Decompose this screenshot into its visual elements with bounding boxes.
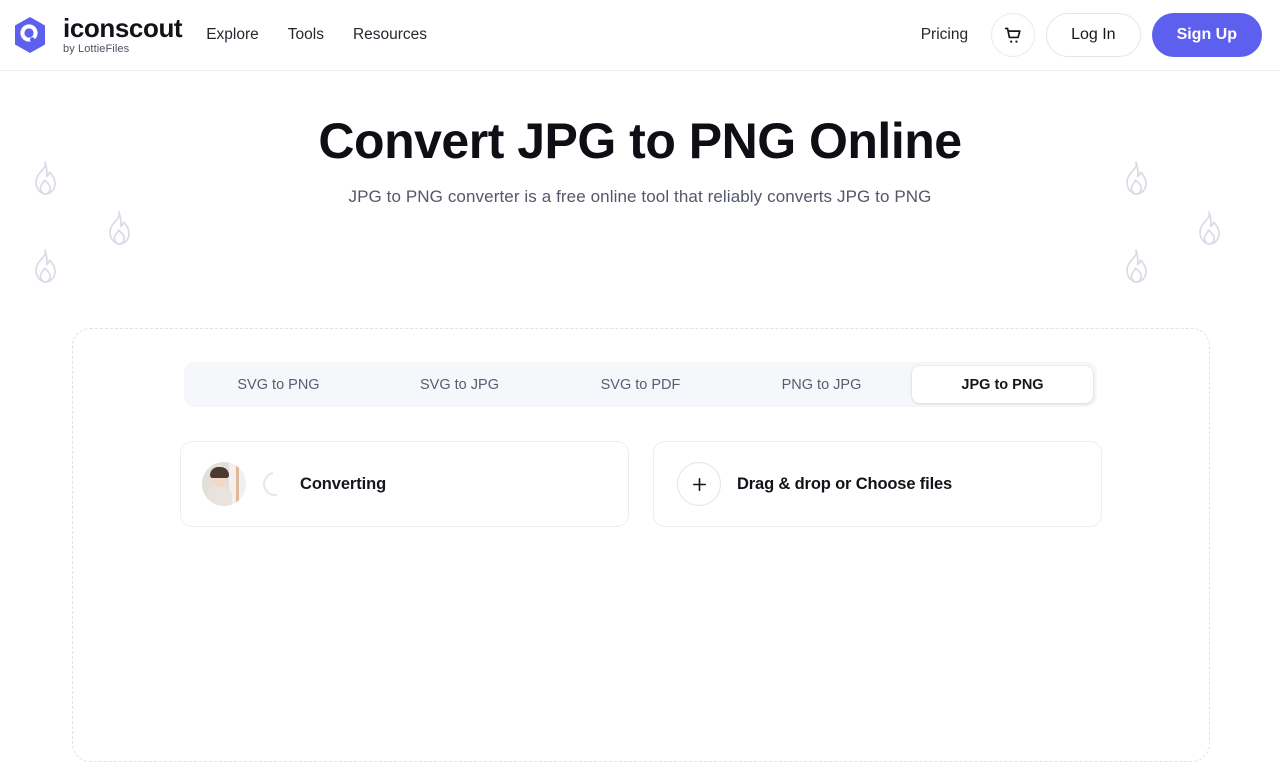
tab-svg-to-png[interactable]: SVG to PNG	[188, 366, 369, 403]
tab-svg-to-pdf[interactable]: SVG to PDF	[550, 366, 731, 403]
flame-icon-decor-3	[30, 247, 60, 285]
file-item-card: Converting	[180, 441, 629, 527]
tab-svg-to-jpg[interactable]: SVG to JPG	[369, 366, 550, 403]
login-button[interactable]: Log In	[1046, 13, 1141, 57]
header-actions: Pricing Log In Sign Up	[921, 13, 1262, 57]
tab-png-to-jpg[interactable]: PNG to JPG	[731, 366, 912, 403]
hero-section: Convert JPG to PNG Online JPG to PNG con…	[0, 71, 1280, 207]
image-thumbnail-portrait	[202, 462, 246, 506]
nav-item-tools[interactable]: Tools	[288, 26, 324, 44]
dropzone[interactable]: Drag & drop or Choose files	[653, 441, 1102, 527]
tab-jpg-to-png[interactable]: JPG to PNG	[912, 366, 1093, 403]
converter-panel: SVG to PNG SVG to JPG SVG to PDF PNG to …	[72, 328, 1210, 762]
converter-content-row: Converting Drag & drop or Choose files	[180, 441, 1103, 527]
flame-icon-decor-6	[1121, 247, 1151, 285]
primary-nav: Explore Tools Resources	[206, 26, 427, 44]
brand-name: iconscout	[63, 13, 183, 43]
converter-tab-bar: SVG to PNG SVG to JPG SVG to PDF PNG to …	[184, 362, 1097, 407]
signup-button[interactable]: Sign Up	[1151, 13, 1262, 57]
cart-button[interactable]	[991, 13, 1036, 57]
iconscout-hexagon-logo-icon	[15, 17, 45, 53]
page-subtitle: JPG to PNG converter is a free online to…	[348, 187, 932, 206]
page-body: Convert JPG to PNG Online JPG to PNG con…	[0, 71, 1280, 782]
nav-item-explore[interactable]: Explore	[206, 26, 259, 44]
plus-icon	[677, 462, 721, 506]
shopping-cart-icon	[1004, 27, 1021, 43]
brand-tagline: by LottieFiles	[63, 43, 130, 55]
nav-item-pricing[interactable]: Pricing	[921, 26, 968, 44]
flame-icon-decor-2	[104, 209, 134, 247]
page-title: Convert JPG to PNG Online	[318, 113, 962, 169]
conversion-status-label: Converting	[300, 474, 387, 493]
dropzone-label: Drag & drop or Choose files	[737, 474, 953, 493]
loading-spinner-icon	[258, 467, 292, 501]
nav-item-resources[interactable]: Resources	[353, 26, 427, 44]
flame-icon-decor-5	[1194, 209, 1224, 247]
site-header: iconscout by LottieFiles Explore Tools R…	[0, 0, 1280, 71]
brand-logo[interactable]: iconscout by LottieFiles	[8, 13, 183, 57]
